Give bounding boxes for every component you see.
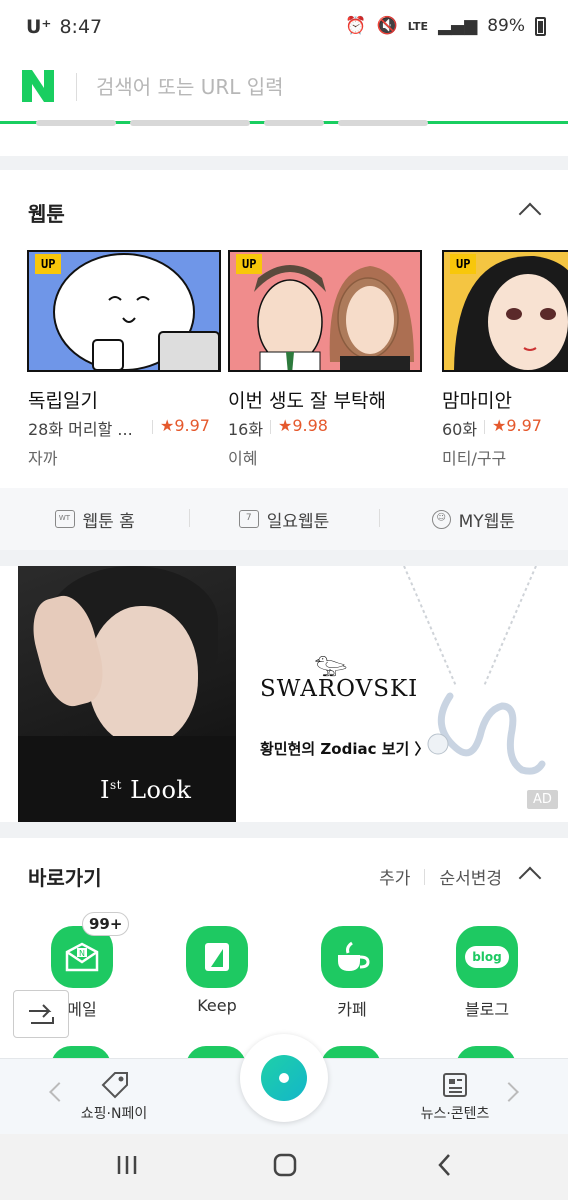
alarm-icon: ⏰	[345, 16, 367, 36]
back-icon[interactable]	[432, 1152, 458, 1178]
up-badge: UP	[236, 254, 263, 274]
share-button[interactable]	[13, 990, 69, 1038]
webtoon-thumbnail[interactable]: UP	[27, 250, 221, 372]
search-input[interactable]	[96, 70, 516, 104]
caption-end: Look	[121, 776, 192, 804]
shopping-npay-button[interactable]: 쇼핑·N페이	[78, 1071, 150, 1123]
link-label: 웹툰 홈	[82, 511, 135, 532]
share-icon	[29, 1004, 54, 1024]
dock-label: 쇼핑·N페이	[80, 1106, 148, 1122]
news-contents-button[interactable]: 뉴스·콘텐츠	[418, 1071, 492, 1123]
app-label: 카페	[337, 1000, 367, 1019]
dock-prev-chevron-icon[interactable]	[49, 1082, 69, 1102]
add-shortcut-button[interactable]: 추가	[379, 864, 410, 889]
sunday-webtoon-link[interactable]: 7 일요웹툰	[189, 507, 378, 532]
webtoon-rating: ★9.98	[278, 416, 328, 435]
caption-main: I	[100, 776, 110, 804]
calendar-icon: 7	[238, 510, 259, 528]
divider	[152, 420, 153, 434]
cafe-app-button[interactable]	[321, 926, 383, 988]
blog-app-button[interactable]: blog	[456, 926, 518, 988]
up-badge: UP	[35, 254, 62, 274]
battery-percent: 89%	[487, 16, 525, 36]
svg-text:N: N	[79, 949, 85, 958]
divider	[484, 420, 485, 434]
dock-next-chevron-icon[interactable]	[499, 1082, 519, 1102]
ad-badge: AD	[527, 790, 558, 809]
clock: 8:47	[59, 16, 103, 38]
green-dot-icon	[261, 1055, 307, 1101]
webtoon-rating: ★9.97	[492, 416, 542, 435]
webtoon-section: 웹툰 UP 독립일기 28화 머리할 ... ★9.97 자까 UP 이번 생도…	[0, 170, 568, 550]
caption-sup: st	[109, 778, 122, 792]
webtoon-episode: 60화	[442, 420, 478, 439]
webtoon-title[interactable]: 맘마미안	[442, 386, 512, 413]
carrier-label: U⁺	[26, 16, 52, 38]
app-label: Keep	[197, 996, 237, 1015]
webtoon-title[interactable]: 독립일기	[28, 386, 98, 413]
webtoon-title[interactable]: 이번 생도 잘 부탁해	[228, 386, 386, 413]
webtoon-episode: 16화	[228, 420, 264, 439]
keep-app-button[interactable]	[186, 926, 248, 988]
dock-label: 뉴스·콘텐츠	[420, 1106, 490, 1122]
section-title-shortcuts: 바로가기	[28, 866, 102, 890]
cut-off-text	[36, 120, 536, 128]
battery-icon	[535, 16, 546, 36]
mail-icon: N	[65, 942, 99, 972]
status-bar: U⁺ 8:47 ⏰ 🔇 LTE ▂▄▆ 89%	[0, 0, 568, 56]
system-nav-bar	[0, 1134, 568, 1200]
ad-model-photo: Ist Look	[18, 566, 236, 822]
keep-icon	[205, 943, 229, 971]
webtoon-author: 자까	[28, 449, 58, 468]
necklace-image	[403, 566, 546, 775]
webtoon-home-link[interactable]: WT 웹툰 홈	[0, 507, 189, 532]
network-label: LTE	[407, 19, 428, 33]
first-look-caption: Ist Look	[100, 776, 191, 804]
smile-icon: ☺	[431, 509, 451, 529]
up-badge: UP	[450, 254, 477, 274]
green-dot-button[interactable]	[240, 1034, 328, 1122]
recent-apps-icon[interactable]	[114, 1152, 140, 1178]
search-divider	[76, 73, 77, 101]
webtoon-home-icon: WT	[54, 510, 75, 528]
webtoon-links-bar: WT 웹툰 홈 7 일요웹툰 ☺ MY웹툰	[0, 488, 568, 550]
webtoon-author: 이혜	[228, 449, 258, 468]
naver-logo-icon[interactable]	[20, 68, 56, 104]
signal-icon: ▂▄▆	[437, 16, 478, 36]
blog-icon: blog	[465, 946, 509, 968]
webtoon-author: 미티/구구	[442, 449, 507, 468]
shortcuts-section: 바로가기 추가 순서변경 N 99+ 메일 Keep 카페 blog 블로그	[0, 838, 568, 1058]
mute-icon: 🔇	[376, 16, 398, 36]
section-title-webtoon: 웹툰	[28, 202, 65, 226]
search-bar	[0, 56, 568, 124]
webtoon-thumbnail[interactable]: UP	[442, 250, 568, 372]
photo-face	[88, 606, 198, 746]
my-webtoon-link[interactable]: ☺ MY웹툰	[378, 507, 568, 532]
cafe-icon	[338, 941, 370, 971]
shortcut-actions: 추가 순서변경	[379, 864, 502, 889]
mail-count-badge: 99+	[82, 912, 130, 936]
divider	[270, 420, 271, 434]
collapse-chevron-icon[interactable]	[518, 866, 542, 890]
webtoon-thumbnail[interactable]: UP	[228, 250, 422, 372]
news-icon	[443, 1073, 467, 1097]
divider	[424, 868, 426, 885]
scrolled-content-peek	[0, 120, 568, 156]
link-label: MY웹툰	[458, 511, 515, 532]
shopping-tag-icon	[101, 1072, 128, 1099]
reorder-button[interactable]: 순서변경	[439, 864, 502, 889]
home-icon[interactable]	[272, 1152, 298, 1178]
webtoon-episode: 28화 머리할 ...	[28, 420, 133, 439]
collapse-chevron-icon[interactable]	[518, 202, 542, 226]
webtoon-rating: ★9.97	[160, 416, 210, 435]
link-label: 일요웹툰	[266, 511, 330, 532]
app-label: 블로그	[464, 1000, 510, 1019]
